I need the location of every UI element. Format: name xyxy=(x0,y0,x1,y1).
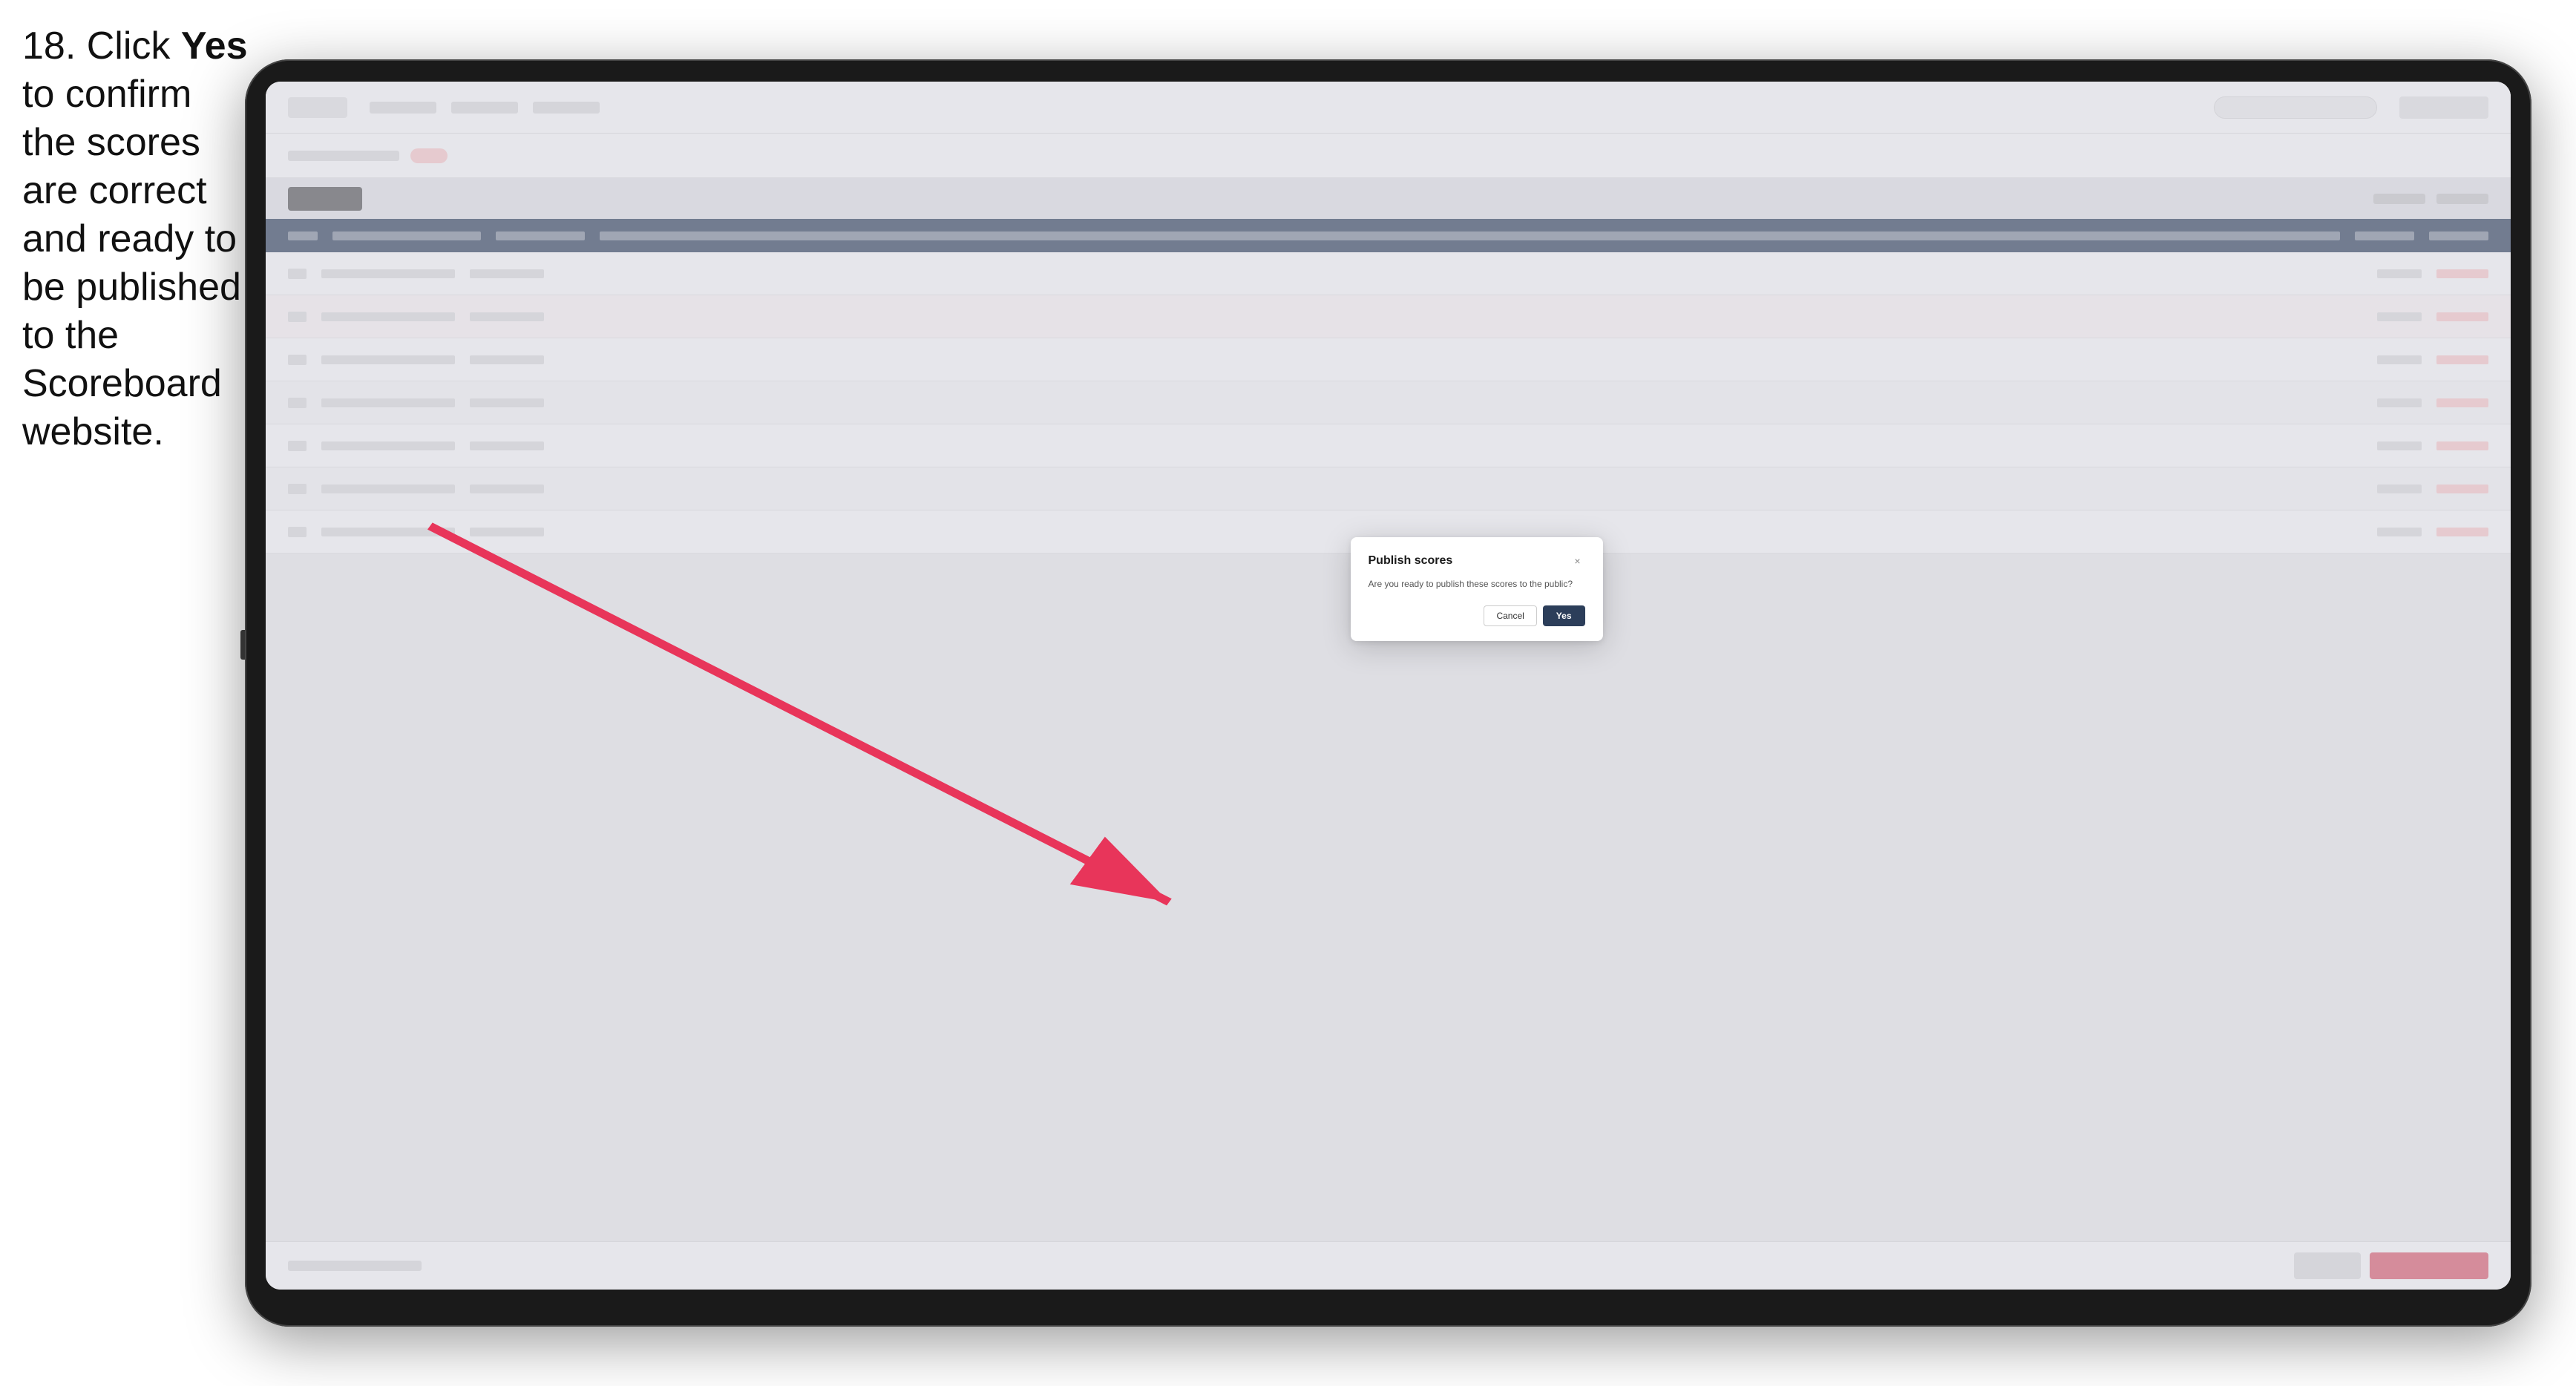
modal-yes-button[interactable]: Yes xyxy=(1543,605,1585,626)
modal-body-text: Are you ready to publish these scores to… xyxy=(1369,577,1585,591)
step-number: 18. xyxy=(22,24,76,68)
modal-close-button[interactable]: × xyxy=(1570,554,1585,568)
modal-cancel-button[interactable]: Cancel xyxy=(1484,605,1536,626)
instruction-yes-emphasis: Yes xyxy=(181,24,248,68)
modal-header: Publish scores × xyxy=(1369,554,1585,568)
modal-title: Publish scores xyxy=(1369,554,1453,568)
tablet-device: Publish scores × Are you ready to publis… xyxy=(245,59,2531,1327)
publish-scores-dialog: Publish scores × Are you ready to publis… xyxy=(1351,537,1603,641)
instruction-text: 18. Click Yes to confirm the scores are … xyxy=(22,22,252,456)
tablet-side-button xyxy=(240,630,245,660)
instruction-prefix: Click xyxy=(87,24,181,68)
instruction-suffix: to confirm the scores are correct and re… xyxy=(22,73,241,453)
modal-overlay xyxy=(266,82,2511,1290)
tablet-screen: Publish scores × Are you ready to publis… xyxy=(266,82,2511,1290)
tablet-wrapper: Publish scores × Are you ready to publis… xyxy=(245,59,2531,1327)
modal-footer: Cancel Yes xyxy=(1369,605,1585,626)
